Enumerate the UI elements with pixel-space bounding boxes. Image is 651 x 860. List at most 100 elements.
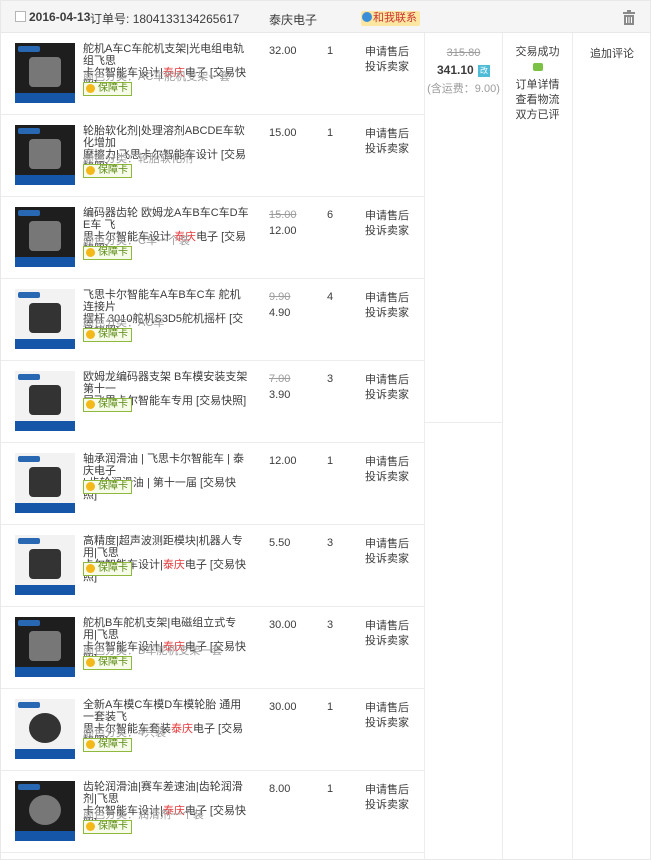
order-checkbox[interactable] [15, 11, 26, 22]
order-item-row: 高精度|超声波测距模块|机器人专用|飞思卡尔智能车设计|泰庆电子 [交易快照] … [1, 525, 424, 607]
product-image [29, 385, 61, 415]
thumbnail-banner [15, 421, 75, 431]
complain-seller-link[interactable]: 投诉卖家 [365, 224, 409, 239]
current-price: 12.00 [269, 225, 297, 237]
thumbnail-banner [15, 585, 75, 595]
product-thumbnail[interactable] [15, 207, 75, 267]
column-divider [502, 33, 503, 860]
order-item-row: 舵机A车C车舵机支架|光电组电轨组飞思卡尔智能车设计|泰庆电子 [交易快照] 颜… [1, 33, 424, 115]
brand-logo-mark [18, 128, 40, 134]
apply-after-sale-link[interactable]: 申请售后 [365, 373, 409, 388]
thumbnail-banner [15, 503, 75, 513]
quantity: 1 [327, 455, 334, 467]
product-thumbnail[interactable] [15, 371, 75, 431]
apply-after-sale-link[interactable]: 申请售后 [365, 127, 409, 142]
view-logistics-link[interactable]: 查看物流 [503, 93, 572, 108]
brand-logo-mark [18, 456, 40, 462]
guarantee-card-badge[interactable]: 保障卡 [83, 246, 132, 260]
guarantee-card-badge[interactable]: 保障卡 [83, 164, 132, 178]
product-thumbnail[interactable] [15, 453, 75, 513]
complain-seller-link[interactable]: 投诉卖家 [365, 306, 409, 321]
apply-after-sale-link[interactable]: 申请售后 [365, 455, 409, 470]
product-image [29, 631, 61, 661]
order-item-row: 舵机B车舵机支架|电磁组立式专用|飞思卡尔智能车设计|泰庆电子 [交易快照] 颜… [1, 607, 424, 689]
complain-seller-link[interactable]: 投诉卖家 [365, 552, 409, 567]
product-image [29, 221, 61, 251]
product-thumbnail[interactable] [15, 535, 75, 595]
guarantee-card-badge[interactable]: 保障卡 [83, 480, 132, 494]
unit-price: 30.00 [269, 701, 297, 713]
after-sale-actions: 申请售后 投诉卖家 [365, 127, 409, 157]
guarantee-card-badge[interactable]: 保障卡 [83, 656, 132, 670]
brand-logo-mark [18, 620, 40, 626]
original-price: 7.00 [269, 373, 291, 385]
guarantee-card-badge[interactable]: 保障卡 [83, 82, 132, 96]
complain-seller-link[interactable]: 投诉卖家 [365, 142, 409, 157]
thumbnail-banner [15, 175, 75, 185]
complain-seller-link[interactable]: 投诉卖家 [365, 60, 409, 75]
quantity: 4 [327, 291, 334, 303]
apply-after-sale-link[interactable]: 申请售后 [365, 537, 409, 552]
unit-price: 5.50 [269, 537, 290, 549]
original-price: 15.00 [269, 209, 297, 221]
order-item-row: 轴承润滑油 | 飞思卡尔智能车 | 泰庆电子 | 齿轮润滑油 | 第十一届 [交易… [1, 443, 424, 525]
add-review-link[interactable]: 追加评论 [573, 45, 651, 61]
guarantee-card-badge[interactable]: 保障卡 [83, 398, 132, 412]
wangwang-icon[interactable] [532, 63, 543, 71]
after-sale-actions: 申请售后 投诉卖家 [365, 701, 409, 731]
apply-after-sale-link[interactable]: 申请售后 [365, 291, 409, 306]
original-price: 9.90 [269, 291, 291, 303]
quantity: 3 [327, 619, 334, 631]
guarantee-card-badge[interactable]: 保障卡 [83, 820, 132, 834]
product-thumbnail[interactable] [15, 43, 75, 103]
after-sale-actions: 申请售后 投诉卖家 [365, 537, 409, 567]
product-image [29, 139, 61, 169]
apply-after-sale-link[interactable]: 申请售后 [365, 701, 409, 716]
contact-seller-button[interactable]: 和我联系 [361, 11, 420, 26]
price-modified-tag: 改 [478, 65, 491, 77]
product-thumbnail[interactable] [15, 781, 75, 841]
thumbnail-banner [15, 831, 75, 841]
unit-price: 9.90 4.90 [269, 291, 290, 319]
guarantee-card-badge[interactable]: 保障卡 [83, 328, 132, 342]
order-item-row: 编码器齿轮 欧姆龙A车B车C车D车E车 飞思卡尔智能车设计 泰庆电子 [交易快照… [1, 197, 424, 279]
order-card: 2016-04-13 订单号: 1804133134265617 泰庆电子 和我… [0, 0, 651, 860]
order-operations: 追加评论 [573, 33, 651, 61]
order-item-row: 飞思卡尔智能车A车B车C车 舵机连接片摆杆 3010舵机S3D5舵机摇杆 [交易… [1, 279, 424, 361]
column-divider [572, 33, 573, 860]
brand-logo-mark [18, 784, 40, 790]
apply-after-sale-link[interactable]: 申请售后 [365, 783, 409, 798]
product-image [29, 713, 61, 743]
quantity: 1 [327, 45, 334, 57]
product-thumbnail[interactable] [15, 289, 75, 349]
trash-icon[interactable] [622, 10, 636, 25]
complain-seller-link[interactable]: 投诉卖家 [365, 470, 409, 485]
current-price: 5.50 [269, 537, 291, 549]
apply-after-sale-link[interactable]: 申请售后 [365, 45, 409, 60]
complain-seller-link[interactable]: 投诉卖家 [365, 716, 409, 731]
thumbnail-banner [15, 339, 75, 349]
guarantee-card-badge[interactable]: 保障卡 [83, 738, 132, 752]
guarantee-card-badge[interactable]: 保障卡 [83, 562, 132, 576]
order-total: 315.80 341.10 改 (含运费：9.00) [425, 33, 502, 423]
order-item-row: 轮胎软化剂|处理溶剂ABCDE车软化增加摩擦力|飞思卡尔智能车设计 [交易快照]… [1, 115, 424, 197]
product-thumbnail[interactable] [15, 699, 75, 759]
complain-seller-link[interactable]: 投诉卖家 [365, 798, 409, 813]
thumbnail-banner [15, 257, 75, 267]
order-header: 2016-04-13 订单号: 1804133134265617 泰庆电子 和我… [1, 1, 650, 33]
shop-name-link[interactable]: 泰庆电子 [269, 11, 317, 28]
apply-after-sale-link[interactable]: 申请售后 [365, 209, 409, 224]
after-sale-actions: 申请售后 投诉卖家 [365, 783, 409, 813]
current-price: 15.00 [269, 127, 297, 139]
complain-seller-link[interactable]: 投诉卖家 [365, 634, 409, 649]
apply-after-sale-link[interactable]: 申请售后 [365, 619, 409, 634]
brand-logo-mark [18, 46, 40, 52]
after-sale-actions: 申请售后 投诉卖家 [365, 209, 409, 239]
order-item-row: 全新A车模C车模D车模轮胎 通用一套装飞思卡尔智能车套装泰庆电子 [交易快照] … [1, 689, 424, 771]
order-detail-link[interactable]: 订单详情 [503, 78, 572, 93]
quantity: 3 [327, 537, 334, 549]
product-thumbnail[interactable] [15, 617, 75, 677]
complain-seller-link[interactable]: 投诉卖家 [365, 388, 409, 403]
current-price: 30.00 [269, 619, 297, 631]
product-thumbnail[interactable] [15, 125, 75, 185]
